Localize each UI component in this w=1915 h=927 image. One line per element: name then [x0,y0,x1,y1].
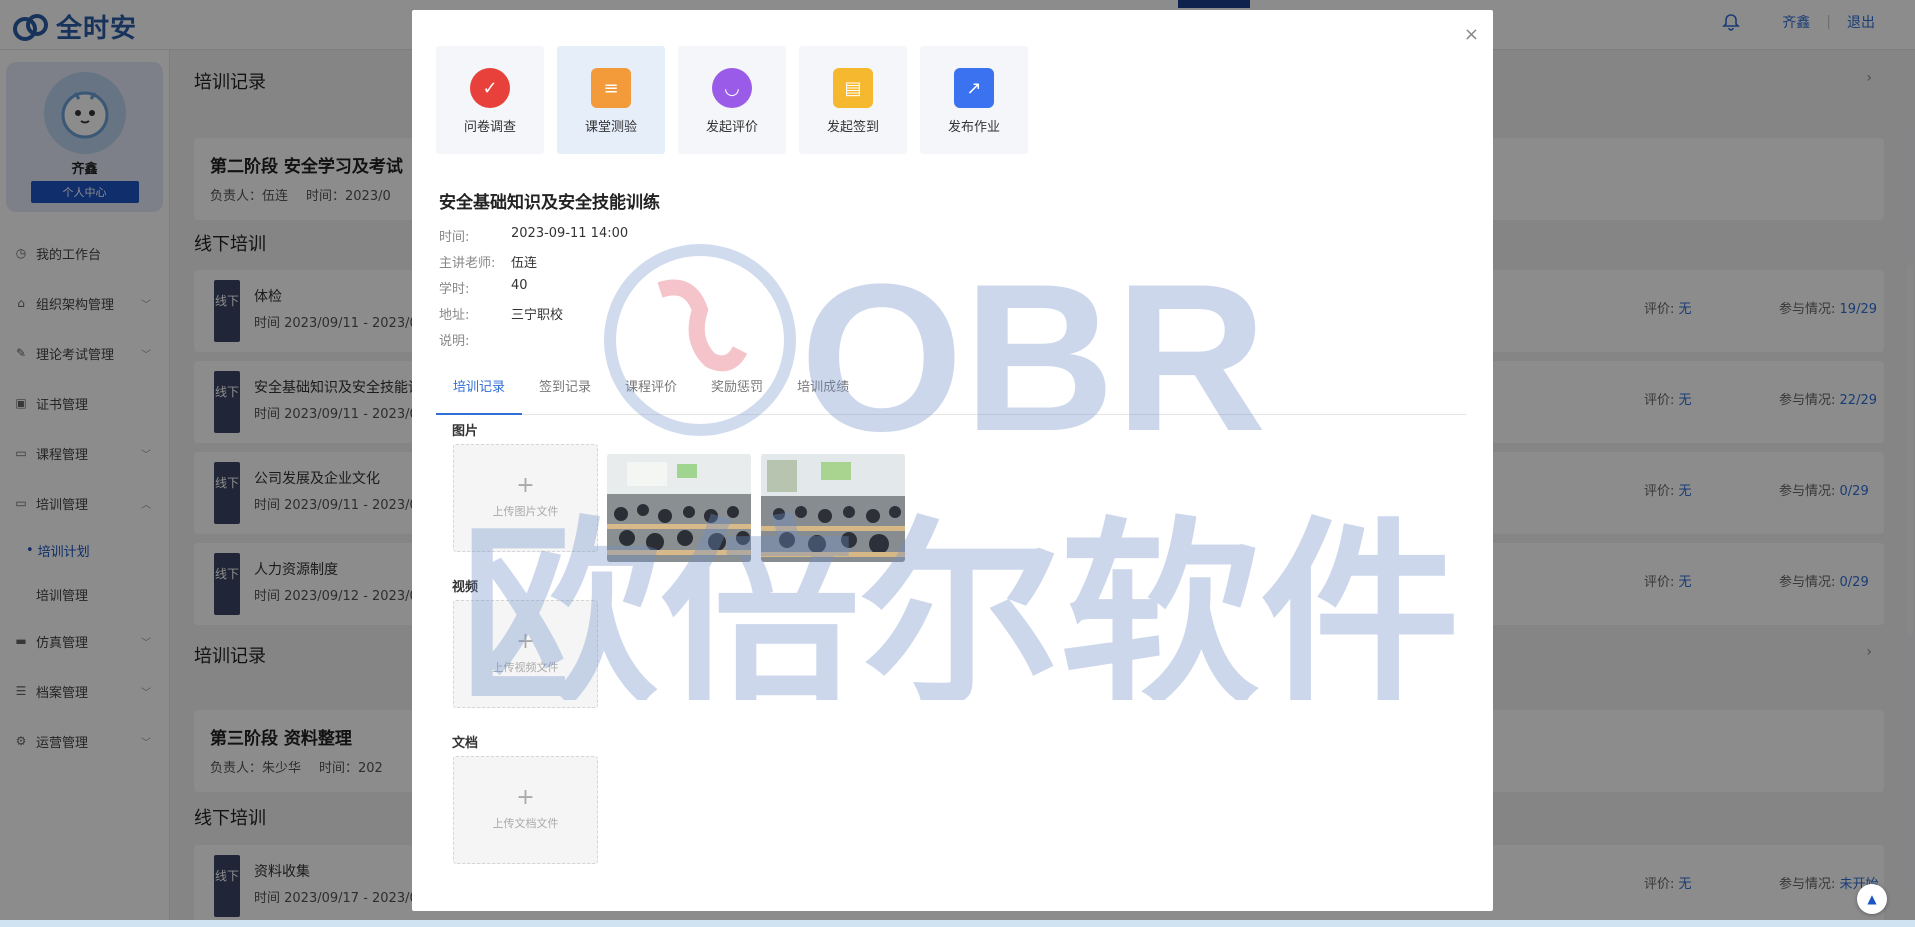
info-hours: 学时: 40 [439,278,628,304]
signin-button[interactable]: ▤ 发起签到 [799,46,907,154]
tab-course-evaluation[interactable]: 课程评价 [608,360,694,415]
info-teacher: 主讲老师: 伍连 [439,252,628,278]
tab-rewards-penalties[interactable]: 奖励惩罚 [694,360,780,415]
survey-button[interactable]: ✓ 问卷调查 [436,46,544,154]
info-address: 地址: 三宁职校 [439,304,628,330]
info-value: 2023-09-11 14:00 [511,226,629,241]
info-label: 时间: [439,230,470,245]
info-time: 时间: 2023-09-11 14:00 [439,226,628,252]
upload-doc-button[interactable]: + 上传文档文件 [453,756,598,864]
course-title: 安全基础知识及安全技能训练 [439,193,660,213]
page-scrollbar[interactable] [1907,265,1913,635]
signin-icon: ▤ [833,68,873,108]
course-detail-modal: × ✓ 问卷调查 ≡ 课堂测验 ◡ 发起评价 ▤ 发起签到 ↗ 发布作业 安全基… [412,10,1493,911]
plus-icon: + [516,473,535,498]
training-photo[interactable] [607,454,751,562]
info-value: 三宁职校 [511,308,564,323]
rating-button[interactable]: ◡ 发起评价 [678,46,786,154]
course-info: 时间: 2023-09-11 14:00 主讲老师: 伍连 学时: 40 地址: 三宁职… [439,226,628,356]
homework-icon: ↗ [954,68,994,108]
info-label: 主讲老师: [439,256,496,271]
tab-training-scores[interactable]: 培训成绩 [780,360,866,415]
training-photo[interactable] [761,454,905,562]
back-to-top-button[interactable]: ▲ [1857,884,1887,914]
quiz-icon: ≡ [591,68,631,108]
close-icon[interactable]: × [1464,24,1479,45]
classroom-photo-image [761,454,905,562]
info-label: 说明: [439,334,470,349]
images-label: 图片 [452,424,479,439]
info-label: 地址: [439,308,470,323]
rating-icon: ◡ [712,68,752,108]
upload-label: 上传文档文件 [492,817,559,830]
quiz-button[interactable]: ≡ 课堂测验 [557,46,665,154]
action-label: 发起签到 [826,120,879,135]
bottom-bar [0,920,1915,927]
action-label: 课堂测验 [584,120,637,135]
plus-icon: + [516,629,535,654]
info-value: 40 [511,278,528,293]
triangle-up-icon: ▲ [1867,892,1877,906]
video-label: 视频 [452,580,479,595]
upload-label: 上传图片文件 [492,505,559,518]
upload-image-button[interactable]: + 上传图片文件 [453,444,598,552]
info-description: 说明: [439,330,628,356]
action-label: 发起评价 [705,120,758,135]
detail-tabs: 培训记录 签到记录 课程评价 奖励惩罚 培训成绩 [436,360,1466,415]
action-toolbar: ✓ 问卷调查 ≡ 课堂测验 ◡ 发起评价 ▤ 发起签到 ↗ 发布作业 [436,46,1028,154]
classroom-photo-image [607,454,751,562]
tab-signin-record[interactable]: 签到记录 [522,360,608,415]
info-label: 学时: [439,282,470,297]
survey-icon: ✓ [470,68,510,108]
tab-training-record[interactable]: 培训记录 [436,360,523,415]
action-label: 问卷调查 [463,120,516,135]
homework-button[interactable]: ↗ 发布作业 [920,46,1028,154]
upload-label: 上传视频文件 [492,661,559,674]
info-value: 伍连 [511,256,538,271]
docs-label: 文档 [452,736,479,751]
action-label: 发布作业 [947,120,1000,135]
plus-icon: + [516,785,535,810]
upload-video-button[interactable]: + 上传视频文件 [453,600,598,708]
